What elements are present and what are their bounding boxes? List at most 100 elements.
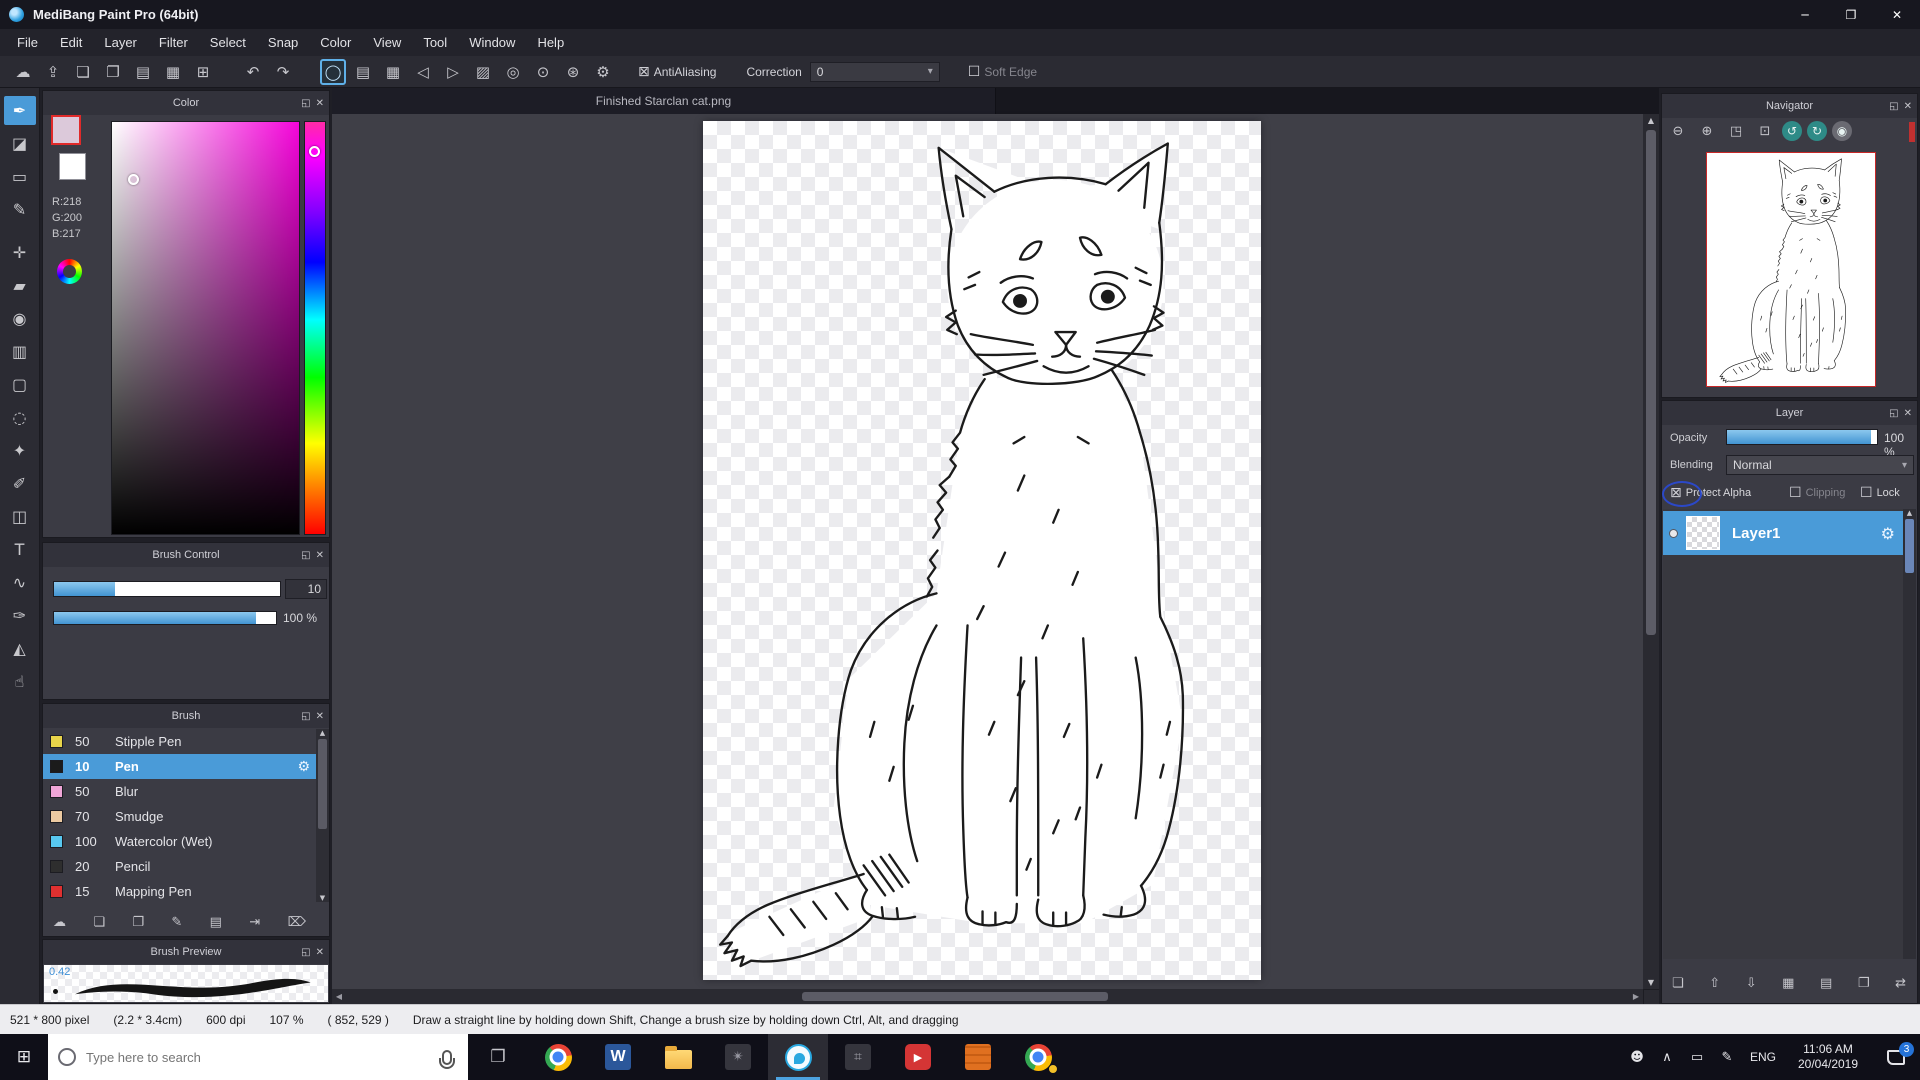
scroll-up-icon[interactable]: ▲ [1648, 116, 1654, 125]
redo-icon[interactable]: ↷ [270, 59, 296, 85]
menu-window[interactable]: Window [458, 29, 526, 56]
new-layer-icon[interactable]: ❏ [1672, 976, 1684, 991]
panel-close-icon[interactable]: ✕ [1904, 101, 1912, 112]
tool-divide[interactable]: ◭ [4, 634, 36, 663]
taskbar-search[interactable] [48, 1034, 468, 1080]
brush-size-slider[interactable] [53, 581, 281, 597]
action-center-button[interactable]: 3 [1872, 1034, 1920, 1080]
close-button[interactable]: ✕ [1874, 0, 1920, 29]
taskbar-word[interactable]: W [588, 1034, 648, 1080]
taskbar-clock[interactable]: 11:06 AM 20/04/2019 [1784, 1042, 1872, 1072]
brush-item-pencil[interactable]: 20 Pencil [43, 854, 316, 879]
tool-select-eraser[interactable]: ◫ [4, 502, 36, 531]
menu-snap[interactable]: Snap [257, 29, 309, 56]
actual-size-icon[interactable]: ⊡ [1753, 120, 1777, 142]
microphone-icon[interactable] [442, 1050, 452, 1065]
menu-filter[interactable]: Filter [148, 29, 199, 56]
popout-icon[interactable]: ◱ [301, 550, 310, 561]
tool-shape-fill[interactable]: ▰ [4, 271, 36, 300]
battery-icon[interactable]: ▭ [1682, 1034, 1712, 1080]
brush-shape-rings-icon[interactable]: ◎ [500, 59, 526, 85]
brush-item-watercolor[interactable]: 100 Watercolor (Wet) [43, 829, 316, 854]
horizontal-scroll-thumb[interactable] [802, 992, 1108, 1001]
popout-icon[interactable]: ◱ [301, 98, 310, 109]
soft-edge-checkbox[interactable]: ☐ [968, 64, 981, 80]
grid-settings-icon[interactable]: ⊞ [190, 59, 216, 85]
transfer-layer-icon[interactable]: ⇄ [1895, 976, 1906, 991]
brush-shape-lines-icon[interactable]: ▤ [350, 59, 376, 85]
tool-eraser[interactable]: ◪ [4, 129, 36, 158]
tool-bucket[interactable]: ◉ [4, 304, 36, 333]
brush-shape-tri-left-icon[interactable]: ◁ [410, 59, 436, 85]
lock-checkbox[interactable]: ☐ [1860, 485, 1873, 501]
export-brush-icon[interactable]: ⇥ [249, 915, 260, 930]
duplicate-brush-icon[interactable]: ❐ [132, 915, 144, 930]
correction-dropdown[interactable]: 0 ▾ [810, 62, 940, 82]
undo-icon[interactable]: ↶ [240, 59, 266, 85]
layer-list-scrollbar[interactable]: ▲ [1903, 509, 1916, 959]
scroll-up-icon[interactable]: ▲ [1907, 509, 1912, 517]
blending-dropdown[interactable]: Normal ▾ [1726, 455, 1914, 475]
reset-rotation-icon[interactable]: ◉ [1832, 121, 1852, 141]
zoom-in-icon[interactable]: ⊕ [1695, 120, 1719, 142]
layer-row-layer1[interactable]: Layer1 ⚙ [1663, 511, 1903, 555]
layer-settings-gear-icon[interactable]: ⚙ [1881, 524, 1895, 543]
brush-shape-circle-icon[interactable]: ◯ [320, 59, 346, 85]
start-button[interactable]: ⊞ [0, 1034, 48, 1080]
tool-select-pen[interactable]: ✐ [4, 469, 36, 498]
menu-color[interactable]: Color [309, 29, 362, 56]
panel-close-icon[interactable]: ✕ [316, 550, 324, 561]
tool-text[interactable]: T [4, 535, 36, 564]
tool-lasso[interactable]: ◌ [4, 403, 36, 432]
popout-icon[interactable]: ◱ [301, 711, 310, 722]
tool-magic-wand[interactable]: ✦ [4, 436, 36, 465]
grid-icon[interactable]: ▦ [160, 59, 186, 85]
brush-settings-gear-icon[interactable]: ⚙ [590, 59, 616, 85]
language-indicator[interactable]: ENG [1742, 1050, 1784, 1064]
brush-item-blur[interactable]: 50 Blur [43, 779, 316, 804]
brush-shape-grid-icon[interactable]: ▦ [380, 59, 406, 85]
cloud-save-icon[interactable]: ☁ [10, 59, 36, 85]
brush-item-pen-selected[interactable]: 10 Pen ⚙ [43, 754, 316, 779]
menu-layer[interactable]: Layer [93, 29, 148, 56]
new-brush-icon[interactable]: ❏ [93, 915, 105, 930]
taskbar-chrome-2[interactable] [1008, 1034, 1068, 1080]
menu-file[interactable]: File [6, 29, 49, 56]
foreground-color-swatch[interactable] [51, 115, 81, 145]
popout-icon[interactable]: ◱ [1889, 101, 1898, 112]
hue-selector[interactable] [309, 146, 320, 157]
scroll-up-icon[interactable]: ▲ [320, 729, 325, 737]
layer-opacity-slider[interactable] [1726, 429, 1878, 445]
scroll-left-icon[interactable]: ◀ [332, 989, 346, 1004]
taskbar-medibang-active[interactable] [768, 1034, 828, 1080]
taskbar-file-explorer[interactable] [648, 1034, 708, 1080]
chat-icon[interactable]: ❐ [100, 59, 126, 85]
protect-alpha-checkbox[interactable]: ⊠ [1670, 485, 1682, 501]
brush-item-stipple-pen[interactable]: 50 Stipple Pen [43, 729, 316, 754]
background-color-swatch[interactable] [59, 153, 86, 180]
taskbar-video-app[interactable]: ▶ [888, 1034, 948, 1080]
tool-eyedropper[interactable]: ✑ [4, 601, 36, 630]
task-view-button[interactable]: ❐ [468, 1034, 528, 1080]
brush-folder-icon[interactable]: ▤ [210, 915, 222, 930]
menu-select[interactable]: Select [199, 29, 257, 56]
popout-icon[interactable]: ◱ [1889, 408, 1898, 419]
tool-pen[interactable]: ✎ [4, 195, 36, 224]
tool-hand[interactable]: ☝ [4, 667, 36, 696]
taskbar-game-app[interactable] [948, 1034, 1008, 1080]
tool-brush[interactable]: ✒ [4, 96, 36, 125]
brush-item-mapping-pen[interactable]: 15 Mapping Pen [43, 879, 316, 902]
menu-help[interactable]: Help [526, 29, 575, 56]
vertical-scroll-thumb[interactable] [1646, 130, 1656, 635]
tool-rectangle[interactable]: ▭ [4, 162, 36, 191]
antialiasing-checkbox[interactable]: ⊠ [638, 64, 650, 80]
menu-tool[interactable]: Tool [412, 29, 458, 56]
canvas-horizontal-scrollbar[interactable]: ◀ ▶ [332, 989, 1643, 1004]
publish-icon[interactable]: ⇪ [40, 59, 66, 85]
brush-size-value[interactable]: 10 [285, 579, 327, 599]
document-tab[interactable]: Finished Starclan cat.png [332, 88, 996, 114]
clipping-checkbox[interactable]: ☐ [1789, 485, 1802, 501]
brush-item-smudge[interactable]: 70 Smudge [43, 804, 316, 829]
comment-icon[interactable]: ❏ [70, 59, 96, 85]
brush-opacity-slider[interactable] [53, 611, 277, 625]
